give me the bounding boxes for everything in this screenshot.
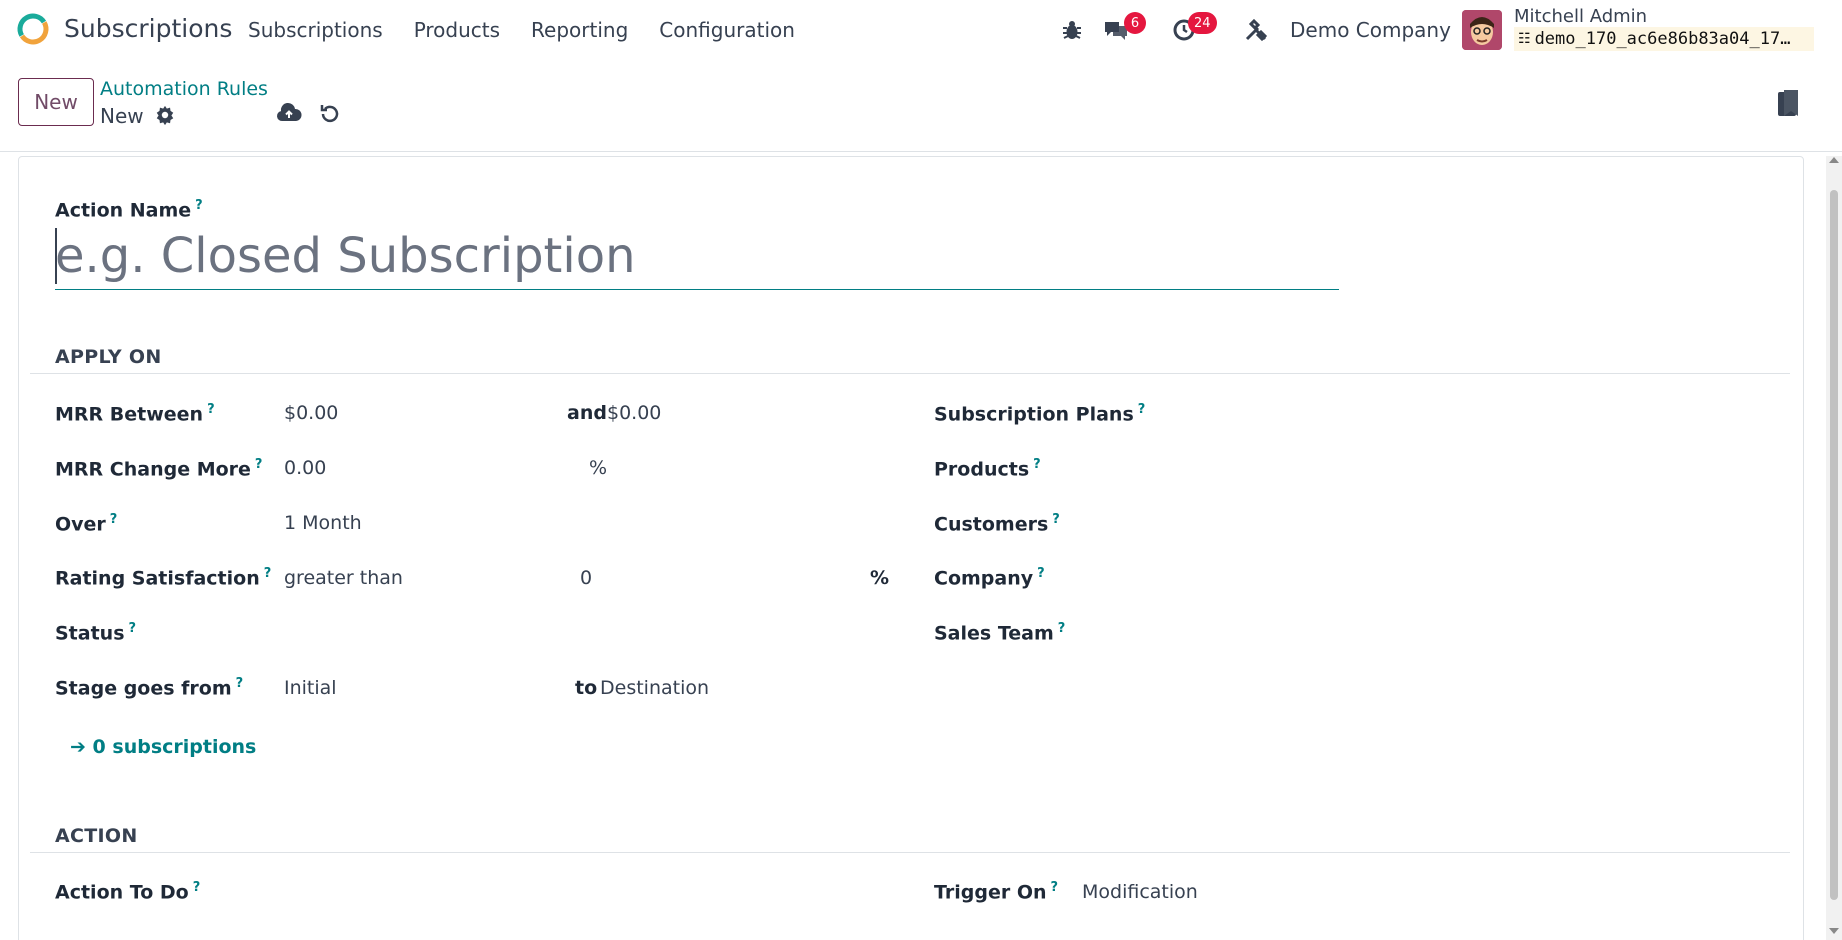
company-label: Company? — [934, 566, 1045, 590]
help-tooltip-icon[interactable]: ? — [1058, 621, 1066, 636]
action-name-input[interactable] — [55, 222, 1339, 290]
new-button[interactable]: New — [18, 78, 94, 126]
subscriptions-count-label: 0 subscriptions — [92, 736, 257, 758]
subscription-plans-label: Subscription Plans? — [934, 402, 1146, 426]
debug-icon[interactable] — [1056, 14, 1088, 46]
stage-from-label: Stage goes from? — [55, 676, 244, 700]
rating-unit: % — [870, 567, 890, 589]
help-tooltip-icon[interactable]: ? — [236, 676, 244, 691]
and-label: and — [567, 402, 607, 424]
stage-from-select[interactable]: Initial — [284, 677, 337, 699]
action-name-label: Action Name? — [55, 198, 203, 222]
to-label: to — [575, 677, 598, 699]
company-switcher[interactable]: Demo Company — [1290, 18, 1451, 42]
arrow-right-icon: ➔ — [70, 736, 86, 758]
breadcrumb-current-record: New — [100, 104, 144, 128]
action-to-do-label: Action To Do? — [55, 880, 201, 904]
over-label: Over? — [55, 512, 118, 536]
scroll-up-arrow-icon[interactable] — [1829, 157, 1839, 163]
trigger-on-label: Trigger On? — [934, 880, 1059, 904]
mrr-between-label: MRR Between? — [55, 402, 215, 426]
menu-reporting[interactable]: Reporting — [531, 18, 628, 42]
knowledge-bookmark-icon[interactable] — [1776, 88, 1802, 118]
menu-configuration[interactable]: Configuration — [659, 18, 795, 42]
help-tooltip-icon[interactable]: ? — [1051, 880, 1059, 895]
database-icon: ☷ — [1518, 31, 1531, 47]
rating-value-input[interactable]: 0 — [580, 567, 592, 589]
help-tooltip-icon[interactable]: ? — [110, 512, 118, 527]
subscriptions-count-link[interactable]: ➔ 0 subscriptions — [70, 736, 256, 758]
database-label: demo_170_ac6e86b83a04_17… — [1534, 29, 1791, 49]
help-tooltip-icon[interactable]: ? — [129, 621, 137, 636]
apply-on-section-title: APPLY ON — [55, 346, 162, 368]
rating-operator-select[interactable]: greater than — [284, 567, 403, 589]
apply-on-separator — [30, 373, 1790, 374]
help-tooltip-icon[interactable]: ? — [255, 457, 263, 472]
database-name: ☷ demo_170_ac6e86b83a04_17… — [1514, 27, 1814, 51]
activities-badge: 24 — [1188, 12, 1217, 34]
mrr-change-input[interactable]: 0.00 — [284, 457, 326, 479]
sales-team-label: Sales Team? — [934, 621, 1066, 645]
help-tooltip-icon[interactable]: ? — [1138, 402, 1146, 417]
products-label: Products? — [934, 457, 1041, 481]
scroll-down-arrow-icon[interactable] — [1829, 928, 1839, 934]
mrr-min-input[interactable]: $0.00 — [284, 402, 338, 424]
discard-undo-icon[interactable] — [318, 102, 342, 126]
mrr-max-input[interactable]: $0.00 — [607, 402, 661, 424]
control-panel-divider — [0, 151, 1842, 152]
menu-subscriptions[interactable]: Subscriptions — [248, 18, 383, 42]
app-name[interactable]: Subscriptions — [64, 14, 232, 43]
help-tooltip-icon[interactable]: ? — [207, 402, 215, 417]
help-tooltip-icon[interactable]: ? — [1033, 457, 1041, 472]
user-name[interactable]: Mitchell Admin — [1514, 6, 1647, 27]
help-tooltip-icon[interactable]: ? — [193, 880, 201, 895]
over-period-select[interactable]: 1 Month — [284, 512, 362, 534]
gear-icon[interactable] — [154, 104, 176, 126]
odoo-app-logo-icon[interactable] — [16, 12, 50, 46]
help-tooltip-icon[interactable]: ? — [1037, 566, 1045, 581]
status-label: Status? — [55, 621, 137, 645]
cloud-upload-save-icon[interactable] — [276, 102, 302, 124]
help-tooltip-icon[interactable]: ? — [264, 566, 272, 581]
trigger-on-select[interactable]: Modification — [1082, 881, 1198, 903]
action-section-title: ACTION — [55, 825, 138, 847]
top-navbar: Subscriptions Subscriptions Products Rep… — [0, 0, 1842, 62]
mrr-change-unit: % — [589, 457, 608, 479]
menu-products[interactable]: Products — [414, 18, 500, 42]
user-avatar[interactable] — [1462, 10, 1502, 50]
text-cursor — [55, 228, 57, 284]
action-separator — [30, 852, 1790, 853]
customers-label: Customers? — [934, 512, 1060, 536]
scrollbar-thumb[interactable] — [1830, 190, 1838, 900]
main-menu: Subscriptions Products Reporting Configu… — [248, 18, 826, 42]
breadcrumb-automation-rules[interactable]: Automation Rules — [100, 78, 268, 100]
rating-satisfaction-label: Rating Satisfaction? — [55, 566, 272, 590]
mrr-change-label: MRR Change More? — [55, 457, 263, 481]
help-tooltip-icon[interactable]: ? — [1052, 512, 1060, 527]
stage-to-select[interactable]: Destination — [600, 677, 709, 699]
settings-tools-icon[interactable] — [1240, 14, 1272, 46]
messages-badge: 6 — [1124, 12, 1146, 34]
help-tooltip-icon[interactable]: ? — [195, 198, 203, 213]
